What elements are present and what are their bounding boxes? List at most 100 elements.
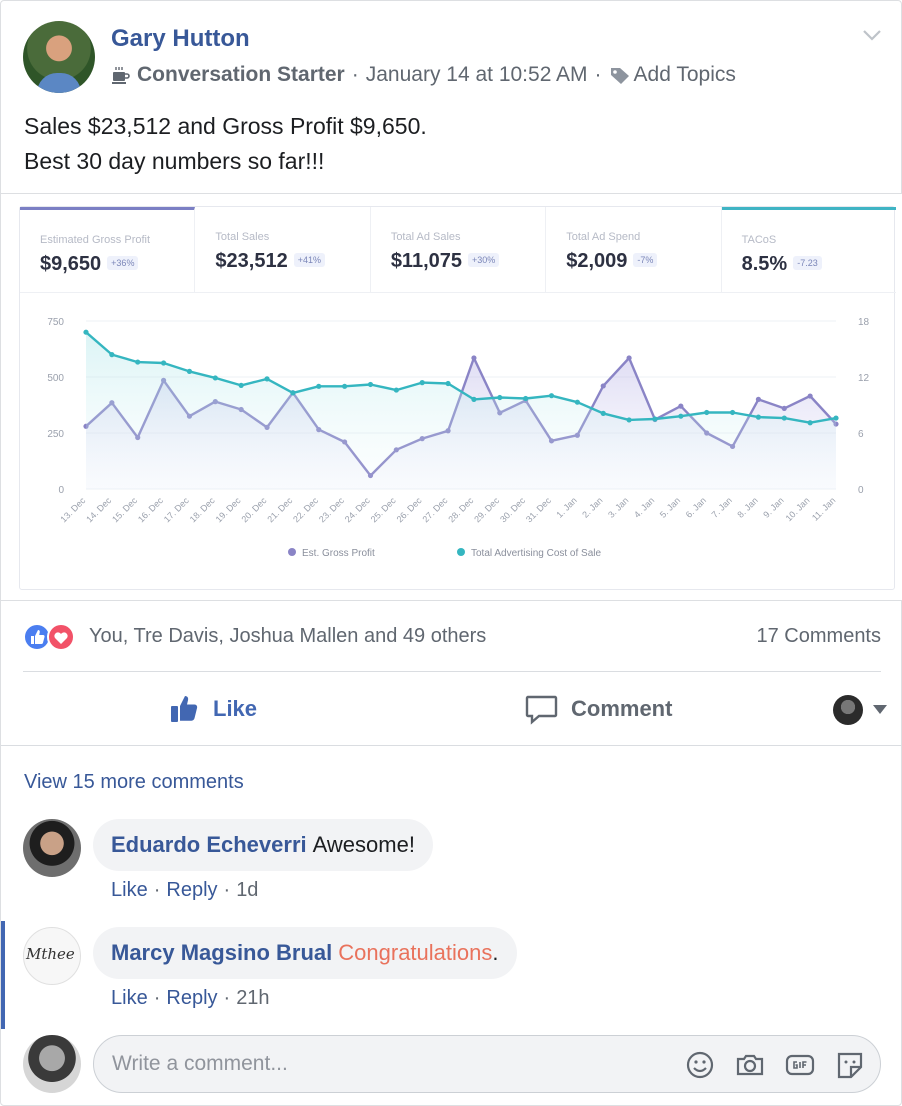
avatar-signature: Mthee: [26, 945, 75, 963]
x-tick-label: 16. Dec: [136, 495, 165, 524]
gif-icon[interactable]: [784, 1050, 816, 1080]
x-tick-label: 9. Jan: [761, 495, 785, 519]
comment-bubble-icon: [525, 695, 558, 725]
stat-value: $9,650: [40, 253, 102, 275]
profile-selector-avatar[interactable]: [833, 695, 863, 725]
stat-label: Total Ad Spend: [566, 231, 641, 243]
post-text-line: Best 30 day numbers so far!!!: [24, 148, 325, 174]
data-point: [419, 380, 425, 386]
x-tick-label: 15. Dec: [110, 495, 139, 524]
comment-age[interactable]: 1d: [236, 879, 258, 901]
stat-total-sales: Total Sales $23,512 +41%: [195, 207, 371, 293]
post-image[interactable]: Estimated Gross Profit $9,650 +36% Total …: [1, 193, 902, 601]
add-topics-link[interactable]: Add Topics: [634, 63, 736, 87]
stat-value: 8.5%: [741, 253, 788, 275]
x-tick-label: 23. Dec: [317, 495, 346, 524]
post-text-line: Sales $23,512 and Gross Profit $9,650.: [24, 113, 427, 139]
comment-text-suffix: .: [492, 940, 499, 965]
stat-change: +30%: [468, 252, 500, 267]
commenter-avatar[interactable]: Mthee: [23, 927, 81, 985]
legend-marker: [457, 548, 465, 556]
legend-marker: [288, 548, 296, 556]
x-tick-label: 4. Jan: [632, 495, 656, 519]
stat-value-wrap: $2,009 -7%: [566, 250, 658, 273]
stat-gross-profit: Estimated Gross Profit $9,650 +36%: [20, 207, 196, 293]
caret-down-icon[interactable]: [873, 705, 887, 714]
comment-actions-separator: ·: [153, 879, 161, 901]
my-avatar[interactable]: [23, 1035, 81, 1093]
sticker-icon[interactable]: [834, 1050, 866, 1080]
data-point: [523, 395, 529, 402]
view-more-comments-link[interactable]: View 15 more comments: [24, 771, 244, 794]
x-tick-label: 28. Dec: [446, 495, 475, 524]
post-timestamp[interactable]: January 14 at 10:52 AM: [366, 63, 588, 87]
camera-icon[interactable]: [734, 1050, 766, 1080]
stat-value-wrap: 8.5% -7.23: [742, 253, 822, 276]
comment-reply-link[interactable]: Reply: [166, 879, 217, 901]
comment-text: Awesome!: [312, 832, 415, 857]
like-label: Like: [213, 696, 258, 721]
highlight-accent-bar: [1, 921, 5, 1029]
comment-like-link[interactable]: Like: [111, 987, 148, 1009]
data-point: [626, 355, 632, 361]
x-tick-label: 17. Dec: [162, 495, 191, 524]
data-point: [833, 415, 839, 421]
comment-input[interactable]: Write a comment...: [93, 1035, 881, 1093]
data-point: [342, 383, 348, 389]
commenter-name[interactable]: Marcy Magsino Brual: [111, 940, 332, 966]
y-left-tick-label: 0: [58, 485, 64, 496]
y-left-tick-label: 500: [47, 373, 64, 384]
stat-tacos: TACoS 8.5% -7.23: [721, 207, 897, 293]
composer-icons: [684, 1050, 866, 1080]
data-point: [264, 376, 270, 382]
meta-separator: ·: [594, 63, 602, 86]
x-tick-label: 27. Dec: [420, 495, 449, 524]
stat-change: +36%: [107, 255, 139, 270]
data-point: [393, 387, 399, 393]
comment-label: Comment: [571, 696, 673, 721]
data-point: [445, 380, 451, 387]
stat-value-wrap: $9,650 +36%: [40, 253, 139, 276]
x-tick-label: 20. Dec: [239, 495, 268, 524]
emoji-icon[interactable]: [684, 1050, 716, 1080]
comment-like-link[interactable]: Like: [111, 879, 148, 901]
comment-age[interactable]: 21h: [236, 987, 269, 1009]
stats-row: Estimated Gross Profit $9,650 +36% Total …: [20, 207, 897, 293]
comment-actions-separator: ·: [223, 879, 231, 901]
x-tick-label: 3. Jan: [606, 495, 630, 519]
comment-reply-link[interactable]: Reply: [166, 987, 217, 1009]
x-tick-label: 2. Jan: [580, 495, 604, 519]
badge-label[interactable]: Conversation Starter: [137, 63, 345, 87]
commenter-avatar[interactable]: [23, 819, 81, 877]
comment-actions: Like · Reply · 1d: [111, 879, 258, 902]
data-point: [186, 368, 193, 374]
chevron-down-icon[interactable]: [861, 27, 883, 43]
comments-count[interactable]: 17 Comments: [757, 625, 882, 648]
data-point: [238, 382, 244, 388]
data-point: [626, 417, 632, 423]
stat-ad-sales: Total Ad Sales $11,075 +30%: [370, 207, 547, 293]
data-point: [135, 359, 141, 365]
author-avatar[interactable]: [23, 21, 95, 93]
post-meta: Conversation Starter · January 14 at 10:…: [111, 63, 736, 87]
reactions-text[interactable]: You, Tre Davis, Joshua Mallen and 49 oth…: [89, 625, 486, 648]
data-point: [678, 403, 684, 409]
stat-value-wrap: $23,512 +41%: [215, 250, 325, 273]
commenter-name[interactable]: Eduardo Echeverri: [111, 832, 307, 858]
stat-value: $11,075: [390, 250, 463, 272]
data-point: [704, 409, 710, 416]
data-point: [290, 390, 296, 396]
author-name[interactable]: Gary Hutton: [111, 25, 250, 53]
stat-ad-spend: Total Ad Spend $2,009 -7%: [546, 207, 722, 293]
dashboard-card: Estimated Gross Profit $9,650 +36% Total …: [19, 206, 897, 590]
x-tick-label: 19. Dec: [214, 495, 243, 524]
meta-separator: ·: [351, 63, 359, 86]
reaction-icons[interactable]: [23, 623, 83, 651]
comment-actions: Like · Reply · 21h: [111, 987, 270, 1010]
thumbs-up-icon: [171, 696, 198, 722]
post-header: Gary Hutton Conversation Starter · Janua…: [23, 21, 883, 93]
data-point: [212, 375, 218, 381]
like-button[interactable]: Like: [169, 693, 257, 725]
data-point: [600, 383, 606, 389]
x-tick-label: 1. Jan: [554, 495, 578, 519]
